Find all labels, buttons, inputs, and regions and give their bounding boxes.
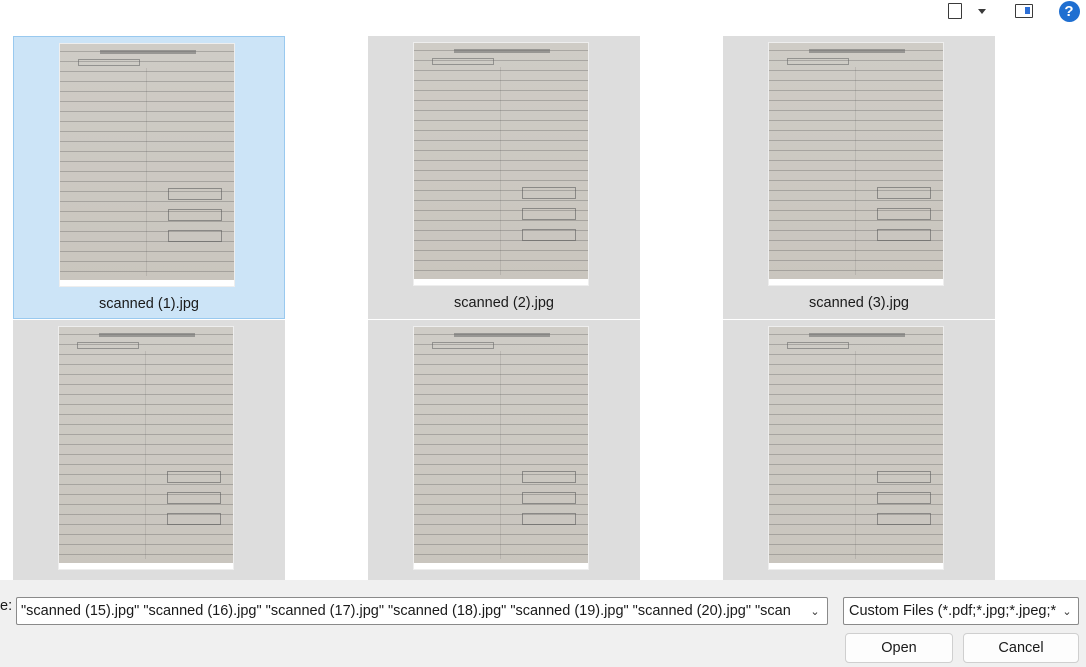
file-thumbnail	[59, 327, 233, 569]
file-name: scanned (1).jpg	[99, 296, 199, 312]
help-icon[interactable]: ?	[1058, 0, 1080, 22]
cancel-button[interactable]: Cancel	[963, 633, 1079, 663]
chevron-down-icon[interactable]: ⌄	[806, 600, 824, 622]
file-tile[interactable]: scanned (1).jpg	[13, 36, 285, 319]
file-thumbnail	[414, 327, 588, 569]
preview-pane-icon[interactable]	[1011, 0, 1037, 22]
file-type-value: Custom Files (*.pdf;*.jpg;*.jpeg;*	[849, 603, 1057, 619]
file-thumbnail	[769, 43, 943, 285]
file-thumbnail	[769, 327, 943, 569]
file-tile[interactable]: scanned (2).jpg	[368, 36, 640, 319]
open-button[interactable]: Open	[845, 633, 953, 663]
view-mode-icon[interactable]	[944, 0, 966, 22]
file-name-label: e:	[0, 598, 13, 614]
file-thumbnail	[60, 44, 234, 286]
toolbar: ?	[0, 0, 1086, 27]
file-tile[interactable]	[13, 320, 285, 580]
file-tile[interactable]	[368, 320, 640, 580]
file-name-input[interactable]: "scanned (15).jpg" "scanned (16).jpg" "s…	[16, 597, 828, 625]
file-type-select[interactable]: Custom Files (*.pdf;*.jpg;*.jpeg;* ⌄	[843, 597, 1079, 625]
file-name: scanned (3).jpg	[809, 295, 909, 311]
chevron-down-icon[interactable]	[975, 0, 989, 22]
chevron-down-icon[interactable]: ⌄	[1058, 600, 1076, 622]
file-tile[interactable]: scanned (3).jpg	[723, 36, 995, 319]
file-name-value: "scanned (15).jpg" "scanned (16).jpg" "s…	[21, 603, 791, 619]
file-name: scanned (2).jpg	[454, 295, 554, 311]
file-thumbnail	[414, 43, 588, 285]
file-grid: scanned (1).jpg scanned (2).jpg scanned …	[0, 27, 1086, 580]
file-tile[interactable]	[723, 320, 995, 580]
